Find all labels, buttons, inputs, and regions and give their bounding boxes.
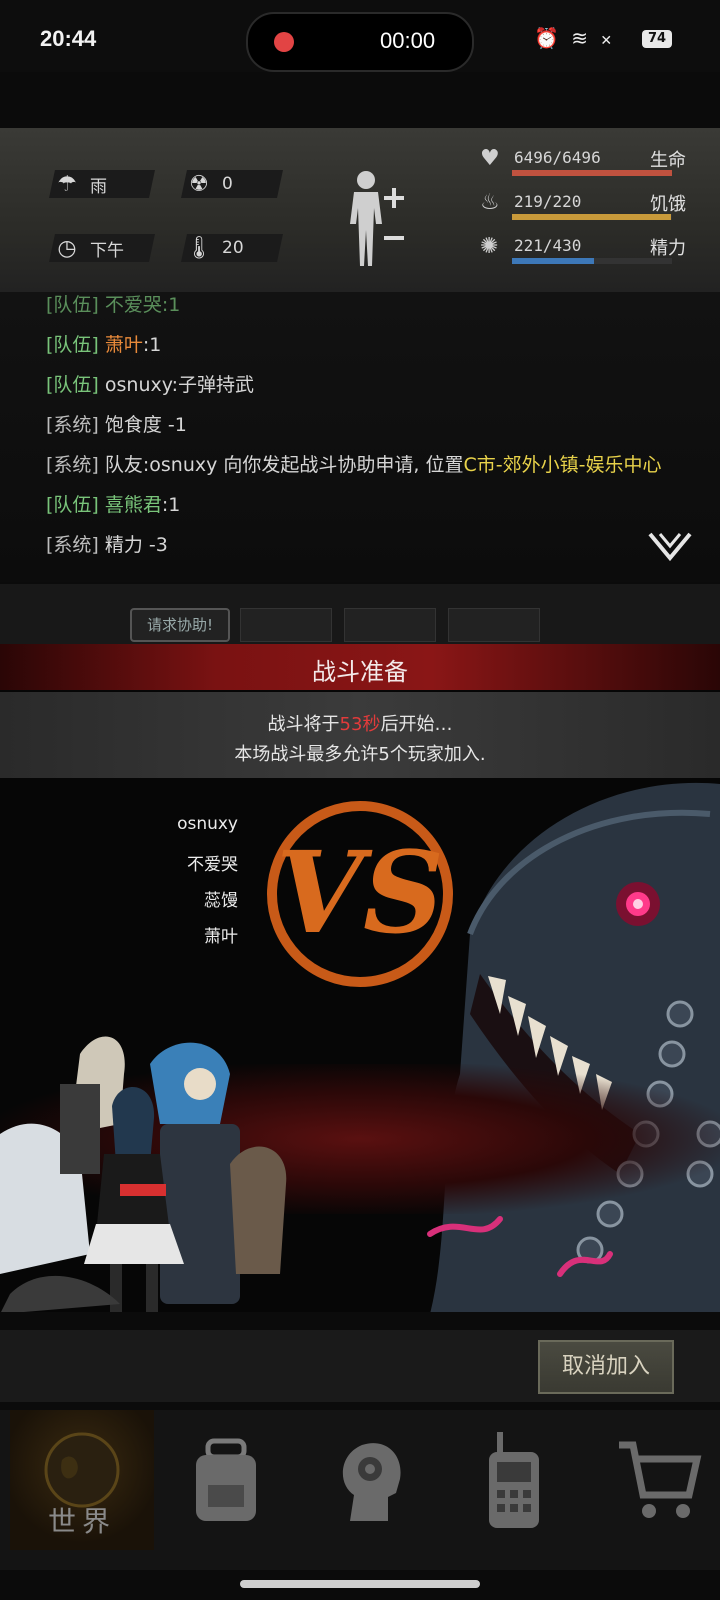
- body-figure-icon: [350, 171, 404, 266]
- chevron-down-icon: [648, 532, 692, 562]
- health-value: 6496/6496: [514, 148, 601, 167]
- backpack-icon: [196, 1438, 256, 1521]
- vital-hunger: ♨ 219/220 饥饿: [474, 188, 704, 232]
- radiation-icon: ☢: [189, 171, 209, 197]
- player-name: 萧叶: [204, 927, 238, 947]
- cancel-join-button[interactable]: 取消加入: [538, 1340, 674, 1394]
- chat-line: [系统] 精力 -3: [46, 530, 168, 557]
- chat-collapse-button[interactable]: [648, 532, 692, 566]
- nav-backpack[interactable]: [154, 1410, 298, 1550]
- weather-box: ☂ 雨: [49, 170, 155, 198]
- request-help-button[interactable]: 请求协助!: [130, 608, 230, 642]
- chat-message: :子弹持武: [171, 374, 254, 396]
- action-row: 请求协助!: [0, 584, 720, 644]
- energy-bar: [512, 258, 672, 264]
- radiation-value: 0: [222, 174, 233, 194]
- stats-panel: ☂ 雨 ☢ 0 ◷ 下午 🌡 20 ♥ 6496/6496 生命 ♨ 219/2…: [0, 128, 720, 292]
- battle-prep-dialog: 战斗准备 战斗将于53秒后开始… 本场战斗最多允许5个玩家加入. VS osnu…: [0, 644, 720, 1312]
- screen-record-pill[interactable]: 00:00: [246, 12, 474, 72]
- chat-partial-text: [队伍] 不爱哭:1: [46, 294, 181, 316]
- hunger-bar: [512, 214, 672, 220]
- radiation-box: ☢ 0: [181, 170, 283, 198]
- status-bar: 20:44 00:00 ⏰ ≋ ✕ 74: [0, 0, 720, 72]
- chat-tag: [队伍]: [46, 374, 99, 396]
- clock-icon: ◷: [57, 235, 77, 261]
- nav-world[interactable]: 世界: [10, 1410, 154, 1550]
- signal-icon: ✕: [600, 33, 613, 49]
- energy-value: 221/430: [514, 236, 582, 255]
- player-name: osnuxy: [177, 814, 238, 834]
- vs-text: VS: [276, 828, 444, 959]
- action-slot[interactable]: [344, 608, 436, 642]
- countdown-prefix: 战斗将于: [267, 714, 340, 735]
- health-bar: [512, 170, 672, 176]
- hunger-value: 219/220: [514, 192, 582, 211]
- stomach-icon: ♨: [480, 190, 500, 215]
- rain-icon: ☂: [57, 171, 77, 197]
- chat-message: 队友:osnuxy 向你发起战斗协助申请, 位置: [104, 454, 464, 476]
- head-gear-icon: [342, 1443, 401, 1521]
- health-label: 生命: [650, 150, 686, 171]
- chat-message: 饱食度 -1: [104, 414, 187, 436]
- party-illustration: [0, 1036, 287, 1312]
- chat-player-name[interactable]: osnuxy: [105, 374, 172, 396]
- player-name: 不爱哭: [187, 855, 238, 875]
- chat-tag: [队伍]: [46, 494, 99, 516]
- vital-energy: ✺ 221/430 精力: [474, 232, 704, 276]
- battery-icon: 74: [642, 30, 672, 48]
- vs-emblem: VS: [267, 801, 453, 987]
- body-status-button[interactable]: [344, 168, 414, 268]
- nav-world-label: 世界: [47, 1505, 116, 1538]
- bottom-nav: 世界: [0, 1410, 720, 1570]
- chat-log[interactable]: [队伍] 不爱哭:1 [队伍] 萧叶:1 [队伍] osnuxy:子弹持武 [系…: [0, 292, 720, 582]
- weather-value: 雨: [90, 176, 107, 197]
- shopping-cart-icon: [619, 1441, 702, 1518]
- nav-radio[interactable]: [442, 1410, 586, 1550]
- chat-message: :1: [161, 494, 181, 516]
- vitals-list: ♥ 6496/6496 生命 ♨ 219/220 饥饿 ✺ 221/430 精力: [474, 144, 704, 276]
- heartbeat-icon: ♥: [480, 146, 500, 171]
- system-icons: ⏰ ≋ ✕: [534, 26, 612, 50]
- battle-title: 战斗准备: [312, 658, 408, 686]
- nav-skills[interactable]: [298, 1410, 442, 1550]
- chat-line: [队伍] 萧叶:1: [46, 330, 161, 357]
- chat-line: [队伍] 喜熊君:1: [46, 490, 180, 517]
- chat-tag: [系统]: [46, 534, 99, 556]
- record-dot-icon: [274, 32, 294, 52]
- chat-tag: [系统]: [46, 454, 99, 476]
- chat-line: [系统] 队友:osnuxy 向你发起战斗协助申请, 位置C市-郊外小镇-娱乐中…: [46, 450, 661, 477]
- countdown-seconds: 53秒: [339, 714, 381, 735]
- monster-illustration: [427, 782, 720, 1312]
- home-indicator[interactable]: [240, 1580, 480, 1588]
- chat-line: [队伍] osnuxy:子弹持武: [46, 370, 254, 397]
- status-time: 20:44: [40, 26, 97, 51]
- chat-player-name[interactable]: 喜熊君: [105, 494, 162, 516]
- chat-line-partial: [队伍] 不爱哭:1: [46, 290, 180, 317]
- battle-title-bar: 战斗准备: [0, 644, 720, 690]
- vital-health: ♥ 6496/6496 生命: [474, 144, 704, 188]
- chat-tag: [系统]: [46, 414, 99, 436]
- chat-message: 精力 -3: [104, 534, 168, 556]
- walkie-talkie-icon: [489, 1432, 539, 1528]
- wifi-icon: ≋: [571, 26, 589, 50]
- action-slot[interactable]: [240, 608, 332, 642]
- time-of-day-value: 下午: [90, 240, 124, 261]
- hunger-label: 饥饿: [650, 194, 686, 215]
- chat-line: [系统] 饱食度 -1: [46, 410, 187, 437]
- alarm-icon: ⏰: [534, 26, 559, 50]
- brain-icon: ✺: [480, 234, 499, 259]
- action-slot[interactable]: [448, 608, 540, 642]
- chat-tag: [队伍]: [46, 334, 99, 356]
- energy-label: 精力: [650, 238, 686, 259]
- temperature-value: 20: [222, 238, 244, 258]
- chat-message: :1: [142, 334, 162, 356]
- nav-shop[interactable]: [586, 1410, 720, 1550]
- chat-player-name[interactable]: 萧叶: [105, 334, 143, 356]
- time-of-day-box: ◷ 下午: [49, 234, 155, 262]
- player-name: 蕊馒: [204, 891, 238, 911]
- record-timer: 00:00: [380, 28, 436, 53]
- chat-location-link[interactable]: C市-郊外小镇-娱乐中心: [464, 454, 662, 476]
- thermometer-icon: 🌡: [185, 235, 213, 261]
- temperature-box: 🌡 20: [181, 234, 283, 262]
